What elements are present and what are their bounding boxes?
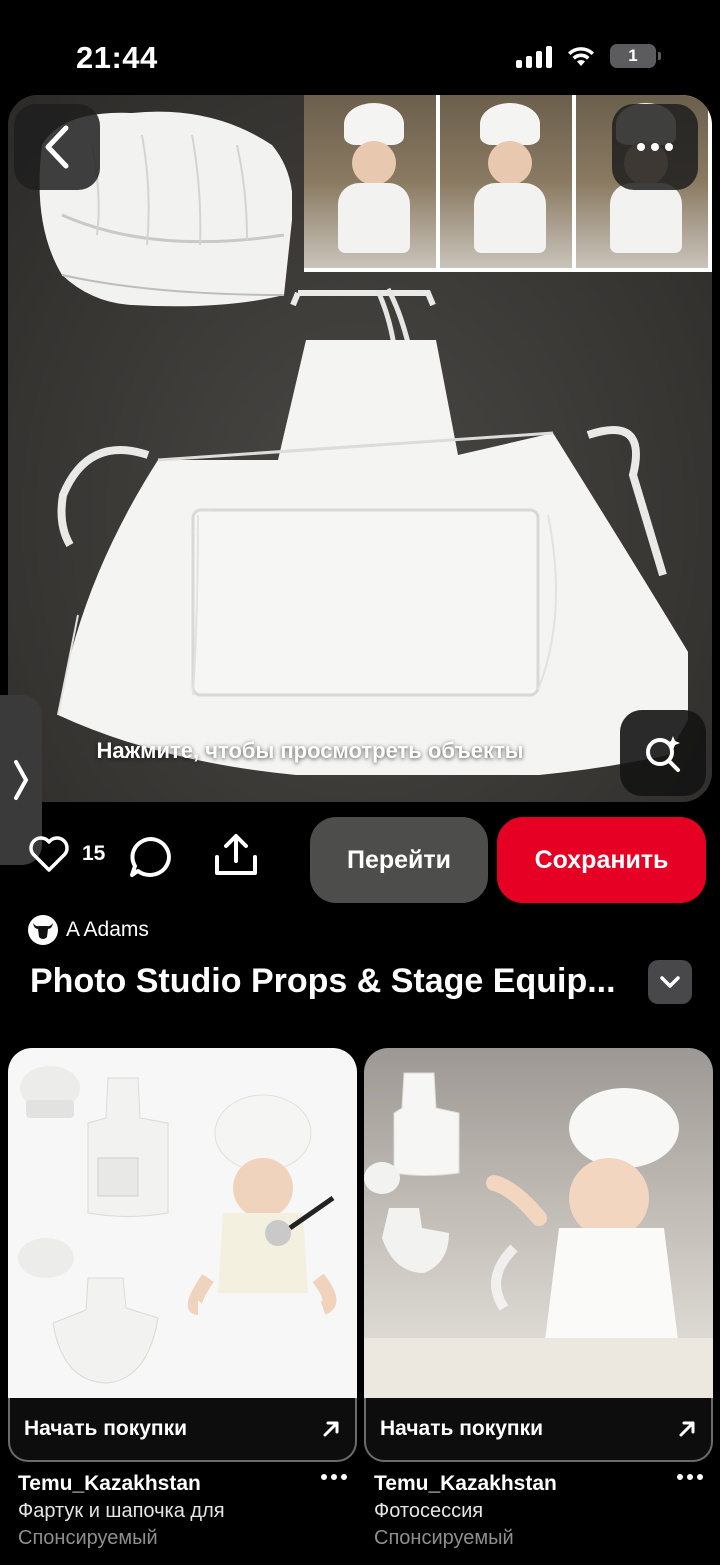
bull-logo-icon	[33, 923, 53, 939]
chevron-left-icon	[45, 125, 69, 169]
visit-button[interactable]: Перейти	[310, 817, 488, 903]
sponsored-label: Спонсируемый	[18, 1527, 158, 1549]
heart-icon	[29, 836, 69, 872]
arrow-up-right-icon	[323, 1421, 339, 1437]
shop-cta[interactable]: Начать покупки	[8, 1398, 357, 1462]
expand-details-button[interactable]	[648, 960, 692, 1004]
wifi-icon	[568, 47, 594, 66]
related-pin-card[interactable]: Начать покупки Temu_Kazakhstan Фартук и …	[8, 1048, 357, 1550]
card-meta: Temu_Kazakhstan Фартук и шапочка для Спо…	[8, 1462, 357, 1550]
author-name: A Adams	[66, 918, 149, 941]
author[interactable]: A Adams	[28, 915, 149, 945]
chevron-right-icon	[14, 760, 29, 800]
pin-action-row: 15 Перейти Сохранить	[0, 815, 720, 905]
card-more-button[interactable]	[321, 1474, 347, 1480]
shop-cta-label: Начать покупки	[380, 1417, 544, 1440]
card-meta: Temu_Kazakhstan Фотосессия Спонсируемый	[364, 1462, 713, 1550]
save-button[interactable]: Сохранить	[497, 817, 706, 903]
baby-chef-illustration	[364, 1072, 713, 1398]
card-description: Фартук и шапочка для	[18, 1500, 225, 1522]
share-icon	[215, 834, 257, 875]
battery-level: 1	[628, 46, 638, 65]
card-source[interactable]: Temu_Kazakhstan	[374, 1472, 703, 1496]
status-bar: 21:44 1	[0, 0, 720, 100]
visual-search-icon	[646, 736, 680, 772]
share-button[interactable]	[212, 833, 260, 882]
dot-icon	[651, 143, 659, 151]
battery-icon: 1	[610, 44, 661, 68]
shop-cta-label: Начать покупки	[24, 1417, 188, 1440]
avatar	[28, 915, 58, 945]
signal-icon	[516, 44, 552, 68]
pin-image[interactable]: Etone	[8, 95, 712, 802]
dot-icon	[665, 143, 673, 151]
like-count: 15	[82, 842, 106, 865]
comment-button[interactable]	[128, 835, 174, 884]
watermark: Etone	[168, 495, 376, 577]
like-button[interactable]: 15	[28, 835, 105, 873]
sponsored-label: Спонсируемый	[374, 1527, 514, 1549]
pin-title: Photo Studio Props & Stage Equip...	[30, 962, 616, 1000]
status-time: 21:44	[76, 40, 158, 75]
thumbnail-baby-2	[440, 95, 572, 268]
objects-hint[interactable]: Нажмите, чтобы просмотреть объекты	[0, 738, 720, 764]
chevron-down-icon	[660, 976, 680, 988]
comment-icon	[130, 837, 171, 877]
status-icons: 1	[516, 44, 661, 68]
related-pin-card[interactable]: Начать покупки Temu_Kazakhstan Фотосесси…	[364, 1048, 713, 1550]
apron-set-illustration	[18, 1066, 337, 1384]
thumbnail-baby-1	[304, 95, 436, 268]
back-button[interactable]	[14, 104, 100, 190]
card-source[interactable]: Temu_Kazakhstan	[18, 1472, 347, 1496]
visual-search-button[interactable]	[620, 710, 706, 796]
more-options-button[interactable]	[612, 104, 698, 190]
card-more-button[interactable]	[677, 1474, 703, 1480]
arrow-up-right-icon	[679, 1421, 695, 1437]
shop-cta[interactable]: Начать покупки	[364, 1398, 713, 1462]
dot-icon	[637, 143, 645, 151]
card-description: Фотосессия	[374, 1500, 484, 1522]
related-pin-image[interactable]	[364, 1048, 713, 1398]
related-pin-image[interactable]	[8, 1048, 357, 1398]
